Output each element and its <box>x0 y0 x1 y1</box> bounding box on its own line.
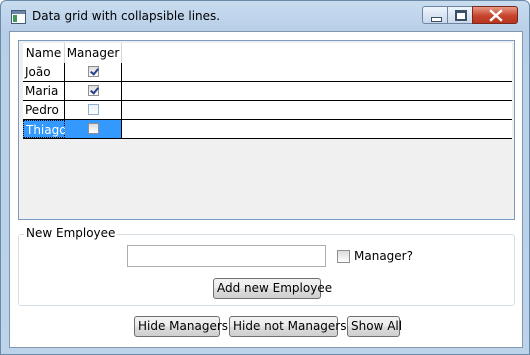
column-header-manager[interactable]: Manager <box>65 43 122 63</box>
cell-name[interactable]: João <box>23 63 65 81</box>
window-client-area: Name Manager João Maria Pedro Thiago New Em… <box>9 31 523 348</box>
manager-cell-checkbox[interactable] <box>88 123 99 134</box>
minimize-button[interactable] <box>422 6 448 24</box>
cell-manager <box>65 120 122 138</box>
manager-checkbox-label[interactable]: Manager? <box>354 248 413 264</box>
close-icon <box>489 9 503 22</box>
employee-data-grid[interactable]: Name Manager João Maria Pedro Thiago <box>18 40 515 220</box>
hide-not-managers-button[interactable]: Hide not Managers <box>229 316 347 337</box>
manager-checkbox[interactable] <box>337 250 350 263</box>
add-employee-button[interactable]: Add new Employee <box>213 278 332 299</box>
window-title: Data grid with collapsible lines. <box>32 9 221 23</box>
close-button[interactable] <box>472 6 518 24</box>
cell-manager <box>65 101 122 119</box>
column-header-name[interactable]: Name <box>23 43 65 63</box>
table-row[interactable]: Maria <box>23 82 512 101</box>
table-row[interactable]: Thiago <box>23 120 512 139</box>
cell-manager <box>65 63 122 81</box>
hide-managers-button[interactable]: Hide Managers <box>134 316 228 337</box>
cell-name[interactable]: Pedro <box>23 101 65 119</box>
manager-cell-checkbox[interactable] <box>88 104 99 115</box>
manager-cell-checkbox[interactable] <box>88 85 99 96</box>
cell-manager <box>65 82 122 100</box>
title-bar[interactable]: Data grid with collapsible lines. <box>1 1 529 31</box>
grid-header: Name Manager <box>23 43 512 64</box>
employee-name-input[interactable] <box>127 245 326 267</box>
table-row[interactable]: Pedro <box>23 101 512 120</box>
cell-name[interactable]: Thiago <box>23 120 67 138</box>
new-employee-legend: New Employee <box>24 225 118 241</box>
cell-name[interactable]: Maria <box>23 82 65 100</box>
manager-cell-checkbox[interactable] <box>88 66 99 77</box>
show-all-button[interactable]: Show All <box>347 316 402 337</box>
table-row[interactable]: João <box>23 63 512 82</box>
maximize-button[interactable] <box>447 6 473 24</box>
app-window: Data grid with collapsible lines. Name M… <box>0 0 530 355</box>
window-icon <box>11 10 26 24</box>
